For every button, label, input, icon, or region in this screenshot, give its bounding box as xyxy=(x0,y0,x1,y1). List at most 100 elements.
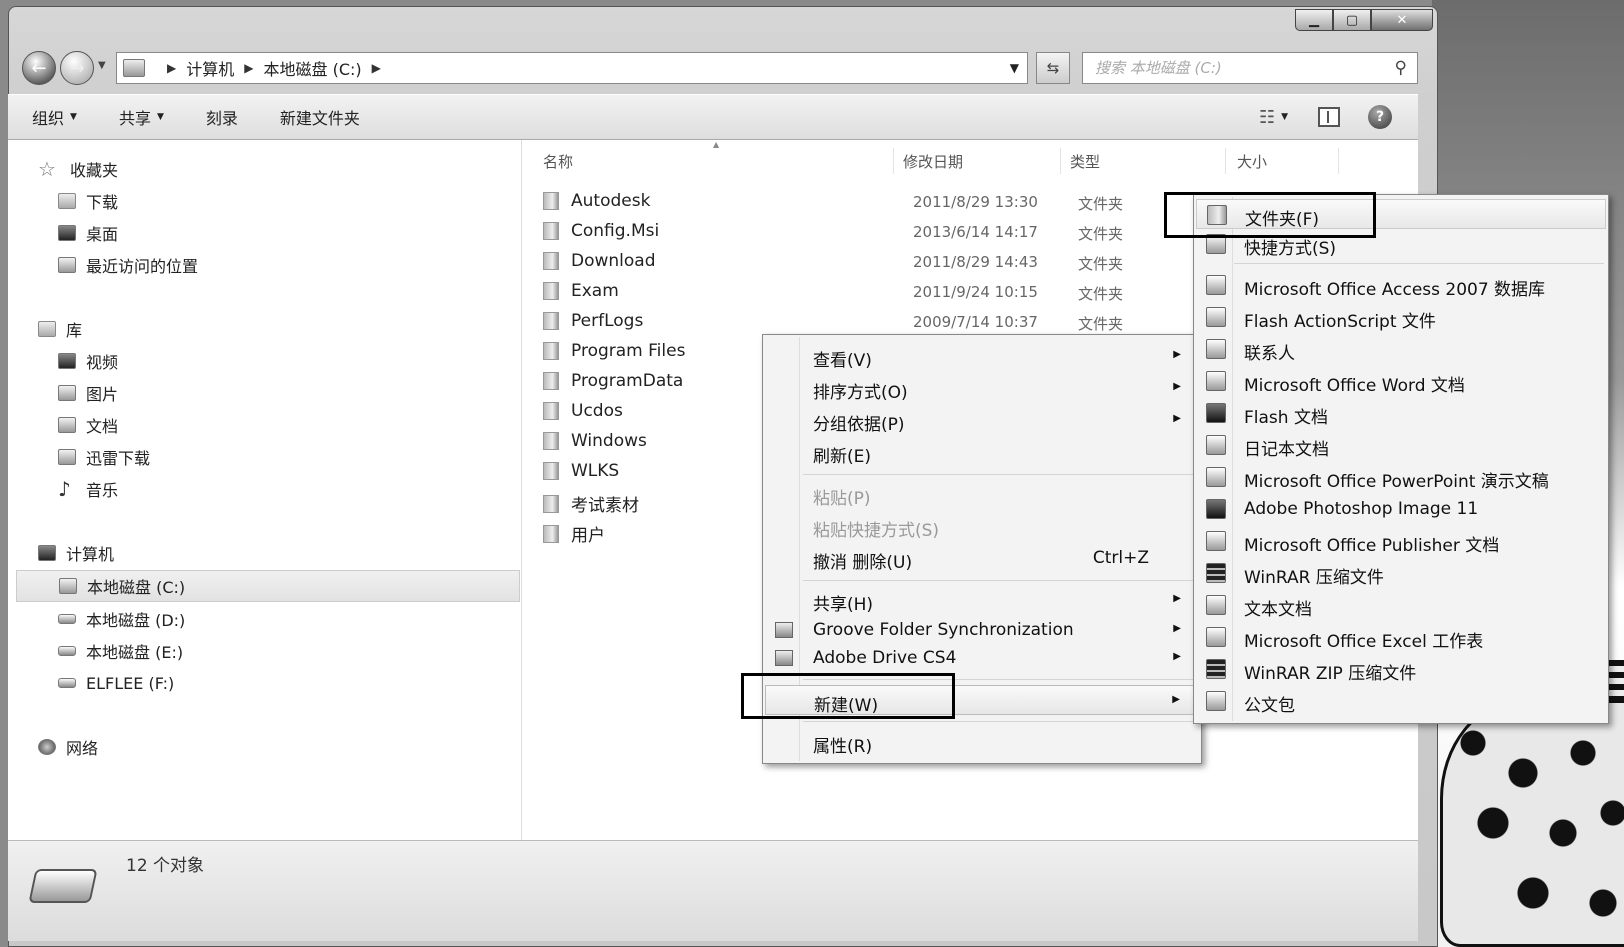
submenu-item-text[interactable]: 文本文档 xyxy=(1196,590,1606,620)
search-input[interactable] xyxy=(1095,59,1385,77)
submenu-item-actionscript[interactable]: Flash ActionScript 文件 xyxy=(1196,302,1606,332)
nav-drive-c[interactable]: 本地磁盘 (C:) xyxy=(16,570,520,602)
file-type: 文件夹 xyxy=(1078,225,1124,243)
column-type[interactable]: 类型 xyxy=(1070,146,1100,176)
submenu-item-contact[interactable]: 联系人 xyxy=(1196,334,1606,364)
menu-item-group[interactable]: 分组依据(P) ▶ xyxy=(765,405,1199,435)
nav-network[interactable]: 网络 xyxy=(38,734,98,760)
excel-icon xyxy=(1206,627,1226,647)
nav-recent[interactable]: 最近访问的位置 xyxy=(58,252,198,278)
refresh-button[interactable]: ⇆ xyxy=(1036,52,1070,84)
menu-item-adobe-drive[interactable]: Adobe Drive CS4 ▶ xyxy=(765,643,1199,673)
nav-favorites[interactable]: ☆ 收藏夹 xyxy=(38,156,118,182)
submenu-item-access[interactable]: Microsoft Office Access 2007 数据库 xyxy=(1196,270,1606,300)
submenu-item-excel[interactable]: Microsoft Office Excel 工作表 xyxy=(1196,622,1606,652)
chevron-down-icon: ▼ xyxy=(156,112,164,122)
minimize-button[interactable]: ▁ xyxy=(1295,9,1333,31)
chevron-right-icon[interactable]: ▶ xyxy=(167,61,176,75)
submenu-item-powerpoint[interactable]: Microsoft Office PowerPoint 演示文稿 xyxy=(1196,462,1606,492)
column-divider[interactable] xyxy=(1225,148,1226,174)
winrar-icon xyxy=(1206,563,1226,583)
flash-icon xyxy=(1206,403,1226,423)
menu-item-paste-shortcut: 粘贴快捷方式(S) xyxy=(765,511,1199,541)
search-icon[interactable]: ⚲ xyxy=(1395,58,1407,78)
chevron-right-icon[interactable]: ▶ xyxy=(372,61,381,75)
submenu-item-flash[interactable]: Flash 文档 xyxy=(1196,398,1606,428)
menu-item-share[interactable]: 共享(H) ▶ xyxy=(765,585,1199,615)
nav-drive-d[interactable]: 本地磁盘 (D:) xyxy=(58,606,185,632)
winrar-zip-icon xyxy=(1206,659,1226,679)
column-name[interactable]: 名称 xyxy=(543,146,573,176)
submenu-item-publisher[interactable]: Microsoft Office Publisher 文档 xyxy=(1196,526,1606,556)
breadcrumb-drive-c[interactable]: 本地磁盘 (C:) xyxy=(263,56,361,80)
preview-pane-icon[interactable] xyxy=(1318,107,1340,127)
chevron-right-icon: ▶ xyxy=(1173,593,1181,604)
help-icon[interactable]: ? xyxy=(1368,105,1392,129)
column-divider[interactable] xyxy=(893,148,894,174)
forward-button[interactable]: → xyxy=(60,51,94,85)
close-icon: ✕ xyxy=(1396,12,1408,28)
chevron-right-icon[interactable]: ▶ xyxy=(244,61,253,75)
nav-documents[interactable]: 文档 xyxy=(58,412,118,438)
menu-item-properties[interactable]: 属性(R) xyxy=(765,727,1199,757)
submenu-item-briefcase[interactable]: 公文包 xyxy=(1196,686,1606,716)
nav-thunder[interactable]: 迅雷下载 xyxy=(58,444,150,470)
burn-label: 刻录 xyxy=(205,109,238,128)
submenu-label: Flash ActionScript 文件 xyxy=(1244,312,1436,332)
menu-item-groove[interactable]: Groove Folder Synchronization ▶ xyxy=(765,615,1199,645)
menu-item-refresh[interactable]: 刷新(E) xyxy=(765,437,1199,467)
chevron-down-icon[interactable]: ▼ xyxy=(1281,112,1288,122)
menu-item-view[interactable]: 查看(V) ▶ xyxy=(765,341,1199,371)
actionscript-icon xyxy=(1206,307,1226,327)
submenu-item-winrar[interactable]: WinRAR 压缩文件 xyxy=(1196,558,1606,588)
file-name-text: Windows xyxy=(571,431,647,451)
nav-drive-e[interactable]: 本地磁盘 (E:) xyxy=(58,638,183,664)
address-bar[interactable]: ▶ 计算机 ▶ 本地磁盘 (C:) ▶ ▼ xyxy=(116,52,1028,84)
file-name: Download xyxy=(543,251,656,271)
menu-item-undo[interactable]: 撤消 删除(U) Ctrl+Z xyxy=(765,543,1199,573)
nav-label: 文档 xyxy=(86,417,119,436)
menu-label: 刷新(E) xyxy=(813,447,872,467)
burn-button[interactable]: 刻录 xyxy=(206,105,238,129)
address-dropdown-icon[interactable]: ▼ xyxy=(1010,61,1019,75)
breadcrumb-computer[interactable]: 计算机 xyxy=(186,56,234,80)
drive-icon xyxy=(28,869,98,903)
nav-computer[interactable]: 计算机 xyxy=(38,540,114,566)
text-document-icon xyxy=(1206,595,1226,615)
file-name: Program Files xyxy=(543,341,685,361)
maximize-button[interactable]: ▢ xyxy=(1333,9,1371,31)
menu-item-sort[interactable]: 排序方式(O) ▶ xyxy=(765,373,1199,403)
views-icon[interactable]: ☷ xyxy=(1259,107,1275,128)
nav-pictures[interactable]: 图片 xyxy=(58,380,118,406)
column-divider[interactable] xyxy=(1338,148,1339,174)
caption-buttons: ▁ ▢ ✕ xyxy=(1295,9,1433,31)
nav-downloads[interactable]: 下载 xyxy=(58,188,118,214)
close-button[interactable]: ✕ xyxy=(1371,9,1433,31)
folder-icon xyxy=(543,312,559,330)
submenu-label: 文本文档 xyxy=(1244,600,1312,620)
column-modified[interactable]: 修改日期 xyxy=(903,146,963,176)
nav-music[interactable]: ♪ 音乐 xyxy=(58,476,118,502)
submenu-item-journal[interactable]: 日记本文档 xyxy=(1196,430,1606,460)
submenu-item-winrar-zip[interactable]: WinRAR ZIP 压缩文件 xyxy=(1196,654,1606,684)
column-size[interactable]: 大小 xyxy=(1237,146,1267,176)
folder-icon xyxy=(543,192,559,210)
access-icon xyxy=(1206,275,1226,295)
folder-icon xyxy=(543,432,559,450)
submenu-item-photoshop[interactable]: Adobe Photoshop Image 11 xyxy=(1196,494,1606,524)
back-button[interactable]: ← xyxy=(22,51,56,85)
nav-label: 网络 xyxy=(66,739,99,758)
folder-icon xyxy=(543,282,559,300)
share-button[interactable]: 共享 ▼ xyxy=(119,105,164,129)
organize-button[interactable]: 组织 ▼ xyxy=(32,105,77,129)
status-bar: 12 个对象 xyxy=(8,840,1418,941)
submenu-label: WinRAR ZIP 压缩文件 xyxy=(1244,664,1417,684)
submenu-item-word[interactable]: Microsoft Office Word 文档 xyxy=(1196,366,1606,396)
nav-desktop[interactable]: 桌面 xyxy=(58,220,118,246)
history-dropdown-icon[interactable]: ▼ xyxy=(98,60,106,71)
new-folder-button[interactable]: 新建文件夹 xyxy=(280,105,360,129)
nav-drive-f[interactable]: ELFLEE (F:) xyxy=(58,670,174,696)
nav-libraries[interactable]: 库 xyxy=(38,316,82,342)
nav-videos[interactable]: 视频 xyxy=(58,348,118,374)
column-divider[interactable] xyxy=(1060,148,1061,174)
